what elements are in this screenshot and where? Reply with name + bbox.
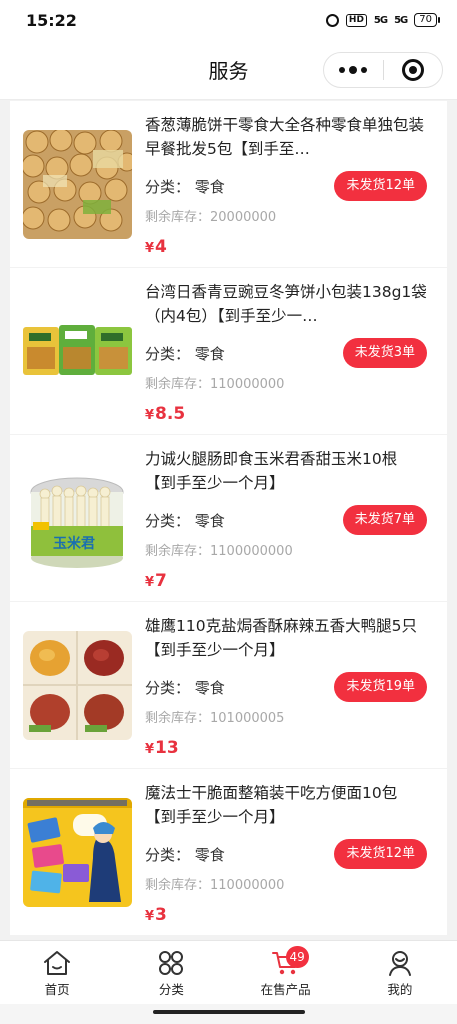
- unshipped-orders-badge[interactable]: 未发货12单: [334, 171, 427, 201]
- currency-symbol: ¥: [145, 742, 155, 757]
- tab-label: 在售产品: [260, 982, 311, 997]
- price-value: 7: [155, 571, 167, 591]
- product-stock: 剩余库存：110000000: [145, 878, 285, 893]
- battery-icon: 70: [414, 13, 440, 27]
- product-price: ¥7: [145, 571, 427, 591]
- product-category: 分类： 零食: [145, 678, 225, 697]
- product-category: 分类： 零食: [145, 845, 225, 864]
- tab-on-sale-products[interactable]: 49 在售产品: [229, 941, 343, 1004]
- unshipped-orders-badge[interactable]: 未发货7单: [342, 505, 427, 535]
- price-value: 4: [155, 237, 167, 257]
- tab-mine[interactable]: 我的: [343, 941, 457, 1004]
- currency-symbol: ¥: [145, 575, 155, 590]
- product-title: 雄鹰110克盐焗香酥麻辣五香大鸭腿5只【到手至少一个月】: [145, 617, 417, 659]
- close-miniprogram-button[interactable]: [384, 53, 443, 87]
- product-title: 力诚火腿肠即食玉米君香甜玉米10根【到手至少一个月】: [145, 450, 398, 492]
- status-time: 15:22: [26, 10, 77, 30]
- product-list[interactable]: 香葱薄脆饼干零食大全各种零食单独包装早餐批发5包【到手至… 分类： 零食 未发货…: [10, 101, 447, 939]
- product-price: ¥4: [145, 237, 427, 257]
- price-value: 3: [155, 905, 167, 925]
- product-card[interactable]: 魔法士干脆面整箱装干吃方便面10包【到手至少一个月】 分类： 零食 未发货12单…: [10, 769, 447, 935]
- nav-bar: 服务: [0, 40, 457, 100]
- product-stock: 剩余库存：110000000: [145, 377, 285, 392]
- product-title: 台湾日香青豆豌豆冬笋饼小包装138g1袋（内4包）【到手至少一…: [145, 283, 427, 325]
- currency-symbol: ¥: [145, 241, 155, 256]
- signal-5g-icon: 5G: [373, 14, 388, 26]
- alarm-icon: [325, 13, 339, 27]
- product-price: ¥3: [145, 905, 427, 925]
- product-card[interactable]: 雄鹰110克盐焗香酥麻辣五香大鸭腿5只【到手至少一个月】 分类： 零食 未发货1…: [10, 602, 447, 768]
- product-stock: 剩余库存：1100000000: [145, 544, 293, 559]
- product-category: 分类： 零食: [145, 177, 225, 196]
- status-bar: 15:22 HD 5G 5G 70: [0, 0, 457, 40]
- cart-count-badge: 49: [285, 946, 309, 968]
- status-icons: HD 5G 5G 70: [325, 13, 440, 27]
- unshipped-orders-badge[interactable]: 未发货12单: [334, 839, 427, 869]
- product-card[interactable]: 台湾日香青豆豌豆冬笋饼小包装138g1袋（内4包）【到手至少一… 分类： 零食 …: [10, 268, 447, 434]
- currency-symbol: ¥: [145, 909, 155, 924]
- product-card[interactable]: 香葱薄脆饼干零食大全各种零食单独包装早餐批发5包【到手至… 分类： 零食 未发货…: [10, 101, 447, 267]
- hd-icon: HD: [345, 13, 367, 27]
- product-image-pea-snack: [23, 297, 132, 406]
- product-category: 分类： 零食: [145, 511, 225, 530]
- product-stock: 剩余库存：101000005: [145, 711, 285, 726]
- signal-5g-icon-2: 5G: [394, 14, 408, 26]
- product-card[interactable]: 玉米君 力诚火腿肠即食玉米君香甜玉米10根【到手至少一个月】 分类： 零食 未发…: [10, 435, 447, 601]
- home-indicator-area: [0, 1004, 457, 1024]
- price-value: 13: [155, 738, 179, 758]
- user-icon: [388, 951, 411, 976]
- more-button[interactable]: [324, 53, 383, 87]
- product-image-crackers: [23, 130, 132, 239]
- home-icon: [44, 951, 71, 975]
- product-stock: 剩余库存：20000000: [145, 210, 277, 225]
- corn-brand-text: 玉米君: [53, 535, 95, 552]
- tab-bar: 首页 分类 49 在售产品 我的: [0, 940, 457, 1004]
- product-image-crunchy-noodles: [23, 798, 132, 907]
- tab-home[interactable]: 首页: [0, 941, 114, 1004]
- tab-category[interactable]: 分类: [114, 941, 228, 1004]
- product-price: ¥8.5: [145, 404, 427, 424]
- more-dots-icon: [339, 67, 346, 73]
- tab-label: 分类: [158, 982, 184, 997]
- page-title: 服务: [208, 59, 249, 83]
- miniprogram-capsule: [323, 52, 443, 88]
- home-indicator[interactable]: [153, 1010, 305, 1014]
- target-icon: [401, 59, 424, 81]
- grid-icon: [159, 951, 184, 975]
- tab-label: 首页: [44, 982, 70, 997]
- product-category: 分类： 零食: [145, 344, 225, 363]
- product-image-corn-sausage: 玉米君: [23, 464, 132, 573]
- product-title: 香葱薄脆饼干零食大全各种零食单独包装早餐批发5包【到手至…: [145, 116, 425, 158]
- currency-symbol: ¥: [145, 408, 155, 423]
- price-value: 8.5: [155, 404, 186, 424]
- product-price: ¥13: [145, 738, 427, 758]
- unshipped-orders-badge[interactable]: 未发货19单: [334, 672, 427, 702]
- tab-label: 我的: [387, 982, 413, 997]
- product-image-duck-legs: [23, 631, 132, 740]
- unshipped-orders-badge[interactable]: 未发货3单: [342, 338, 427, 368]
- product-title: 魔法士干脆面整箱装干吃方便面10包【到手至少一个月】: [145, 784, 398, 826]
